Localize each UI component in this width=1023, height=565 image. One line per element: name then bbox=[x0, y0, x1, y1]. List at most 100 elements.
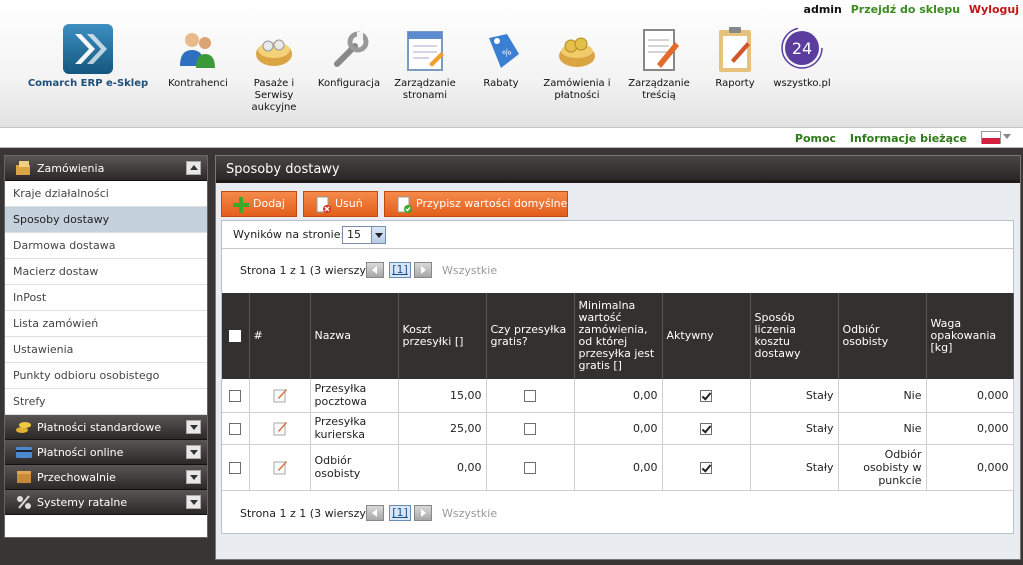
row-checkbox[interactable] bbox=[229, 461, 242, 474]
prev-page-button[interactable] bbox=[366, 262, 384, 278]
active-checkbox[interactable] bbox=[700, 389, 712, 402]
cell-cost: 0,00 bbox=[398, 444, 487, 491]
sidebar-item-free-delivery[interactable]: Darmowa dostawa bbox=[5, 233, 207, 259]
sidebar-group-standard-payments[interactable]: Płatności standardowe bbox=[5, 415, 207, 440]
table-row[interactable]: Odbiór osobisty 0,00 0,00 Stały Odbiór o… bbox=[222, 444, 1014, 491]
orders-basket-icon bbox=[551, 24, 603, 76]
chevron-down-icon[interactable] bbox=[371, 227, 385, 243]
nav-content[interactable]: Zarządzanie treścią bbox=[619, 24, 699, 102]
edit-icon[interactable] bbox=[272, 387, 288, 403]
row-checkbox[interactable] bbox=[229, 389, 242, 402]
logout-link[interactable]: Wyloguj bbox=[969, 3, 1019, 16]
sidebar-item-delivery-methods[interactable]: Sposoby dostawy bbox=[5, 207, 207, 233]
column-header[interactable]: Nazwa bbox=[310, 293, 399, 379]
cell-min-value: 0,00 bbox=[574, 412, 663, 445]
expand-icon[interactable] bbox=[186, 420, 201, 434]
sidebar-item-zones[interactable]: Strefy bbox=[5, 389, 207, 415]
cell-name: Odbiór osobisty bbox=[310, 444, 399, 491]
discount-tag-icon: % bbox=[475, 24, 527, 76]
column-header[interactable]: Koszt przesyłki [] bbox=[398, 293, 487, 379]
nav-orders[interactable]: Zamówienia i płatności bbox=[537, 24, 617, 102]
column-header[interactable]: Minimalna wartość zamówienia, od której … bbox=[574, 293, 663, 379]
sidebar-item-inpost[interactable]: InPost bbox=[5, 285, 207, 311]
orders-icon bbox=[15, 160, 33, 176]
row-select-cell bbox=[222, 412, 250, 445]
sidebar-group-label: Płatności standardowe bbox=[37, 421, 162, 434]
nav-label: Zamówienia i płatności bbox=[543, 78, 611, 101]
news-link[interactable]: Informacje bieżące bbox=[850, 132, 967, 145]
cell-active bbox=[662, 379, 751, 413]
sidebar-item-settings[interactable]: Ustawienia bbox=[5, 337, 207, 363]
nav-pages[interactable]: Zarządzanie stronami bbox=[385, 24, 465, 102]
column-header[interactable]: Aktywny bbox=[662, 293, 751, 379]
row-select-cell bbox=[222, 444, 250, 491]
expand-icon[interactable] bbox=[186, 470, 201, 484]
app-header: Comarch ERP e-Sklep Kontrahenci Pasaże i… bbox=[0, 0, 1023, 128]
active-checkbox[interactable] bbox=[700, 461, 712, 474]
column-header[interactable]: # bbox=[249, 293, 311, 379]
table-row[interactable]: Przesyłka pocztowa 15,00 0,00 Stały Nie … bbox=[222, 379, 1014, 413]
pages-icon bbox=[399, 24, 451, 76]
prev-page-button[interactable] bbox=[366, 505, 384, 521]
expand-icon[interactable] bbox=[186, 445, 201, 459]
column-header[interactable]: Odbiór osobisty bbox=[838, 293, 927, 379]
pager-info: Strona 1 z 1 (3 wierszy) bbox=[240, 507, 371, 520]
sidebar-item-order-list[interactable]: Lista zamówień bbox=[5, 311, 207, 337]
edit-icon[interactable] bbox=[272, 459, 288, 475]
table-row[interactable]: Przesyłka kurierska 25,00 0,00 Stały Nie… bbox=[222, 412, 1014, 445]
active-checkbox[interactable] bbox=[700, 422, 712, 435]
nav-auctions[interactable]: Pasaże i Serwisy aukcyjne bbox=[234, 24, 314, 114]
column-header[interactable]: Sposób liczenia kosztu dostawy bbox=[750, 293, 839, 379]
sidebar-item-pickup-points[interactable]: Punkty odbioru osobistego bbox=[5, 363, 207, 389]
cell-weight: 0,000 bbox=[926, 379, 1014, 413]
go-to-shop-link[interactable]: Przejdź do sklepu bbox=[851, 3, 960, 16]
next-page-button[interactable] bbox=[414, 505, 432, 521]
card-icon bbox=[15, 444, 33, 460]
nav-discounts[interactable]: % Rabaty bbox=[461, 24, 541, 90]
row-checkbox[interactable] bbox=[229, 422, 242, 435]
page-number-link[interactable]: [1] bbox=[389, 505, 411, 521]
language-flag-icon[interactable] bbox=[981, 131, 1001, 144]
nav-label: Rabaty bbox=[483, 78, 519, 89]
page-number-link[interactable]: [1] bbox=[389, 262, 411, 278]
delete-button[interactable]: Usuń bbox=[303, 191, 378, 217]
logo[interactable]: Comarch ERP e-Sklep bbox=[26, 24, 150, 89]
show-all-link[interactable]: Wszystkie bbox=[442, 262, 497, 280]
sidebar-group-orders[interactable]: Zamówienia bbox=[5, 156, 207, 181]
nav-label: Pasaże i Serwisy aukcyjne bbox=[251, 78, 297, 113]
sidebar-group-online-payments[interactable]: Płatności online bbox=[5, 440, 207, 465]
per-page-select[interactable]: 15 bbox=[342, 226, 386, 244]
sub-bar: Pomoc Informacje bieżące bbox=[0, 128, 1023, 148]
wszystko-badge: 24 bbox=[792, 39, 812, 58]
collapse-icon[interactable] bbox=[186, 161, 201, 175]
per-page-bar: Wyników na stronie: 15 bbox=[222, 221, 1013, 249]
show-all-link[interactable]: Wszystkie bbox=[442, 505, 497, 523]
sidebar-group-installments[interactable]: Systemy ratalne bbox=[5, 490, 207, 515]
assign-defaults-button[interactable]: Przypisz wartości domyślne bbox=[384, 191, 568, 217]
sidebar: Zamówienia Kraje działalności Sposoby do… bbox=[4, 155, 208, 538]
column-header[interactable]: Czy przesyłka gratis? bbox=[486, 293, 575, 379]
sidebar-item-delivery-matrix[interactable]: Macierz dostaw bbox=[5, 259, 207, 285]
select-all-header bbox=[222, 293, 250, 379]
free-checkbox[interactable] bbox=[524, 389, 536, 402]
delete-button-label: Usuń bbox=[335, 197, 363, 210]
free-checkbox[interactable] bbox=[524, 422, 536, 435]
free-checkbox[interactable] bbox=[524, 461, 536, 474]
sidebar-item-countries[interactable]: Kraje działalności bbox=[5, 181, 207, 207]
expand-icon[interactable] bbox=[186, 495, 201, 509]
next-page-button[interactable] bbox=[414, 262, 432, 278]
nav-wszystko[interactable]: 24 wszystko.pl bbox=[762, 24, 842, 90]
contacts-icon bbox=[172, 24, 224, 76]
column-header[interactable]: Waga opakowania [kg] bbox=[926, 293, 1014, 379]
edit-icon[interactable] bbox=[272, 420, 288, 436]
row-select-cell bbox=[222, 379, 250, 413]
cell-cost: 25,00 bbox=[398, 412, 487, 445]
help-link[interactable]: Pomoc bbox=[795, 132, 836, 145]
nav-contractors[interactable]: Kontrahenci bbox=[158, 24, 238, 90]
chevron-down-icon[interactable] bbox=[1003, 134, 1011, 139]
add-button[interactable]: Dodaj bbox=[221, 191, 297, 217]
nav-configuration[interactable]: Konfiguracja bbox=[309, 24, 389, 90]
select-all-checkbox[interactable] bbox=[229, 330, 242, 342]
sidebar-group-storage[interactable]: Przechowalnie bbox=[5, 465, 207, 490]
cell-name: Przesyłka kurierska bbox=[310, 412, 399, 445]
